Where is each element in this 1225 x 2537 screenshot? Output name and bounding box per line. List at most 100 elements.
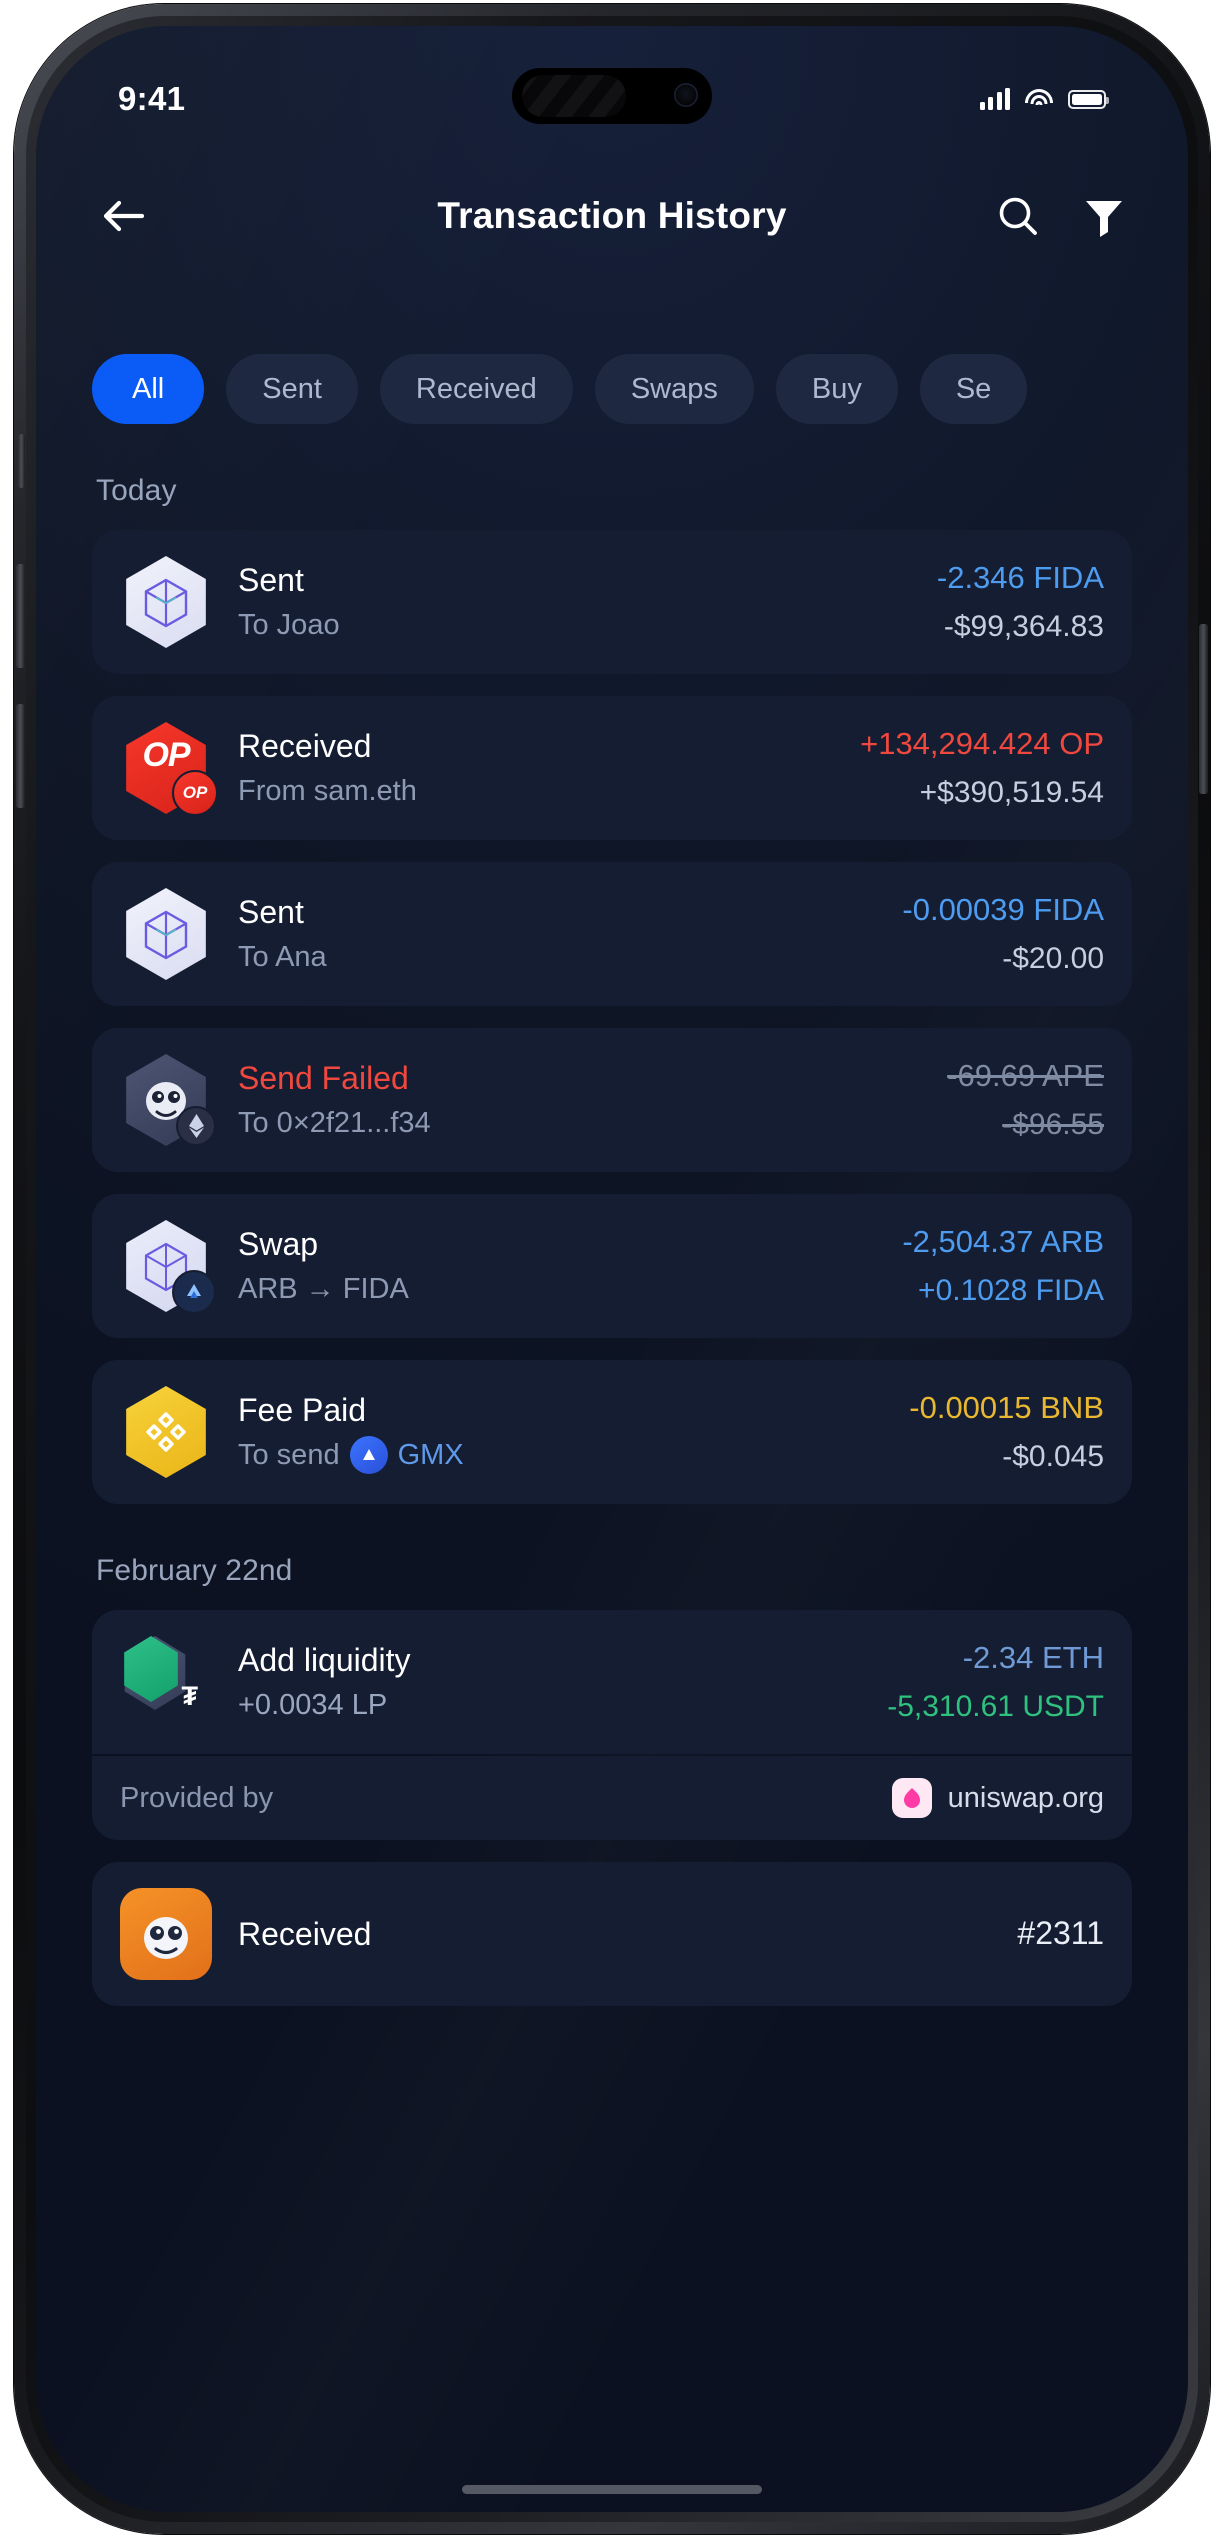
transaction-fiat: +0.1028 FIDA bbox=[918, 1273, 1104, 1307]
section-header-february-22nd: February 22nd bbox=[96, 1554, 293, 1587]
transaction-title: Received bbox=[238, 727, 372, 764]
provider-info: uniswap.org bbox=[891, 1778, 1104, 1818]
transaction-subtitle: To 0×2f21...f34 bbox=[238, 1105, 921, 1143]
transaction-counterparty: To Joao bbox=[238, 608, 340, 641]
optimism-token-icon: OP OP bbox=[120, 722, 218, 816]
filter-chip-label: Sent bbox=[262, 372, 322, 405]
transaction-subtitle: To send GMX bbox=[238, 1436, 883, 1475]
transaction-title: Received bbox=[238, 1915, 372, 1952]
gmx-token-icon bbox=[349, 1436, 388, 1475]
transaction-title: Fee Paid bbox=[238, 1391, 367, 1428]
filter-chip-sent[interactable]: Sent bbox=[226, 354, 358, 424]
phone-frame: 9:41 Transaction History All Sent Receiv… bbox=[14, 4, 1210, 2534]
home-indicator[interactable] bbox=[462, 2485, 762, 2494]
transaction-amounts: -2.346 FIDA -$99,364.83 bbox=[937, 558, 1104, 645]
arrow-left-icon bbox=[103, 200, 145, 232]
filter-chip-swaps[interactable]: Swaps bbox=[594, 354, 754, 424]
ethereum-chain-badge-icon bbox=[176, 1106, 216, 1146]
transaction-fiat: -5,310.61 USDT bbox=[887, 1689, 1104, 1723]
transaction-title: Send Failed bbox=[238, 1059, 409, 1096]
cellular-bars-icon bbox=[979, 88, 1010, 110]
transaction-fiat: +$390,519.54 bbox=[919, 775, 1104, 809]
power-button[interactable] bbox=[1199, 624, 1208, 794]
transaction-amounts: -2.34 ETH -5,310.61 USDT bbox=[887, 1638, 1104, 1725]
provider-row[interactable]: Provided by uniswap.org bbox=[92, 1756, 1132, 1840]
transaction-title: Sent bbox=[238, 893, 304, 930]
mute-switch[interactable] bbox=[18, 434, 25, 488]
transaction-amounts: -69.69 APE -$96.55 bbox=[947, 1056, 1104, 1143]
section-header-today: Today bbox=[96, 474, 177, 507]
transaction-subtitle: To Ana bbox=[238, 939, 876, 977]
wifi-icon bbox=[1025, 88, 1053, 110]
status-icons bbox=[979, 88, 1109, 110]
battery-icon bbox=[1068, 89, 1109, 109]
transaction-amount: -0.00015 BNB bbox=[909, 1390, 1104, 1426]
filter-chip-label: All bbox=[132, 372, 165, 405]
transaction-counterparty: To 0×2f21...f34 bbox=[238, 1106, 431, 1139]
transaction-row[interactable]: ₮ Add liquidity +0.0034 LP -2.34 ETH -5,… bbox=[92, 1610, 1132, 1754]
transaction-amounts: -2,504.37 ARB +0.1028 FIDA bbox=[902, 1222, 1104, 1309]
transaction-fiat: -$96.55 bbox=[1002, 1107, 1104, 1141]
uniswap-icon bbox=[891, 1778, 932, 1818]
transaction-fiat: -$20.00 bbox=[1002, 941, 1104, 975]
fida-token-icon bbox=[120, 556, 212, 648]
lp-amount: +0.0034 LP bbox=[238, 1688, 388, 1721]
transaction-fiat: -$99,364.83 bbox=[943, 609, 1104, 643]
transaction-amount: +134,294.424 OP bbox=[860, 726, 1104, 762]
transaction-amount: -2.34 ETH bbox=[962, 1640, 1104, 1676]
transaction-subtitle: To Joao bbox=[238, 607, 911, 645]
filter-chip-label: Swaps bbox=[630, 372, 718, 405]
transaction-subtitle: From sam.eth bbox=[238, 773, 834, 811]
transaction-title: Sent bbox=[238, 561, 304, 598]
transaction-amounts: +134,294.424 OP +$390,519.54 bbox=[860, 724, 1104, 811]
phone-screen: 9:41 Transaction History All Sent Receiv… bbox=[36, 26, 1188, 2512]
transaction-subtitle: ARB → FIDA bbox=[238, 1271, 876, 1309]
transaction-title: Add liquidity bbox=[238, 1641, 411, 1678]
chain-badge-icon: OP bbox=[172, 770, 218, 816]
transaction-amount: -2.346 FIDA bbox=[936, 560, 1104, 596]
transaction-fiat: -$0.045 bbox=[1002, 1439, 1104, 1473]
transaction-row[interactable]: Received #2311 bbox=[92, 1862, 1132, 2006]
transaction-row-failed[interactable]: Send Failed To 0×2f21...f34 -69.69 APE -… bbox=[92, 1028, 1132, 1172]
filter-chip-buy[interactable]: Buy bbox=[775, 354, 898, 424]
transaction-amounts: #2311 bbox=[1017, 1913, 1104, 1955]
nft-token-id: #2311 bbox=[1017, 1915, 1104, 1952]
funnel-filter-icon bbox=[1086, 201, 1122, 237]
provider-name: uniswap.org bbox=[947, 1781, 1104, 1814]
phone-bezel: 9:41 Transaction History All Sent Receiv… bbox=[26, 16, 1198, 2522]
transaction-amounts: -0.00039 FIDA -$20.00 bbox=[902, 890, 1104, 977]
apecoin-token-icon bbox=[120, 1054, 216, 1146]
search-button[interactable] bbox=[990, 188, 1046, 244]
transaction-amount: -69.69 APE bbox=[947, 1058, 1104, 1094]
transaction-row[interactable]: OP OP Received From sam.eth +134,294.424… bbox=[92, 696, 1132, 840]
transaction-amount: -0.00039 FIDA bbox=[902, 892, 1104, 928]
filter-chip-all[interactable]: All bbox=[92, 354, 205, 424]
transaction-subtitle: +0.0034 LP bbox=[238, 1687, 861, 1725]
back-button[interactable] bbox=[92, 185, 154, 247]
header-actions bbox=[990, 188, 1132, 244]
transaction-row[interactable]: Fee Paid To send GMX -0.00015 BNB -$0.04… bbox=[92, 1360, 1132, 1504]
filter-chip-received[interactable]: Received bbox=[379, 354, 573, 424]
transaction-amount: -2,504.37 ARB bbox=[902, 1224, 1104, 1260]
nft-collection-icon bbox=[120, 1888, 212, 1980]
provided-by-label: Provided by bbox=[120, 1781, 274, 1814]
filter-chip-label: Se bbox=[955, 372, 992, 405]
filter-chip-row[interactable]: All Sent Received Swaps Buy Se bbox=[36, 348, 1188, 430]
search-icon bbox=[999, 197, 1037, 235]
volume-up-button[interactable] bbox=[16, 564, 25, 668]
filter-chip-sell[interactable]: Se bbox=[919, 354, 1028, 424]
fida-token-icon bbox=[120, 888, 212, 980]
transaction-amounts: -0.00015 BNB -$0.045 bbox=[909, 1388, 1104, 1475]
volume-down-button[interactable] bbox=[16, 704, 25, 808]
transaction-counterparty: From sam.eth bbox=[238, 774, 417, 807]
filter-chip-label: Buy bbox=[811, 372, 862, 405]
eth-usdt-pair-icon: ₮ bbox=[120, 1636, 212, 1728]
transaction-row[interactable]: Swap ARB → FIDA -2,504.37 ARB +0.1028 FI… bbox=[92, 1194, 1132, 1338]
bnb-token-icon bbox=[120, 1386, 212, 1478]
fee-target-token-label: GMX bbox=[397, 1438, 464, 1471]
transaction-row[interactable]: Sent To Joao -2.346 FIDA -$99,364.83 bbox=[92, 530, 1132, 674]
transaction-list[interactable]: Today Sent To Joao -2.346 FIDA -$99,364.… bbox=[36, 446, 1188, 2512]
transaction-row[interactable]: Sent To Ana -0.00039 FIDA -$20.00 bbox=[92, 862, 1132, 1006]
transaction-counterparty: To Ana bbox=[238, 940, 327, 973]
filter-button[interactable] bbox=[1076, 188, 1132, 244]
